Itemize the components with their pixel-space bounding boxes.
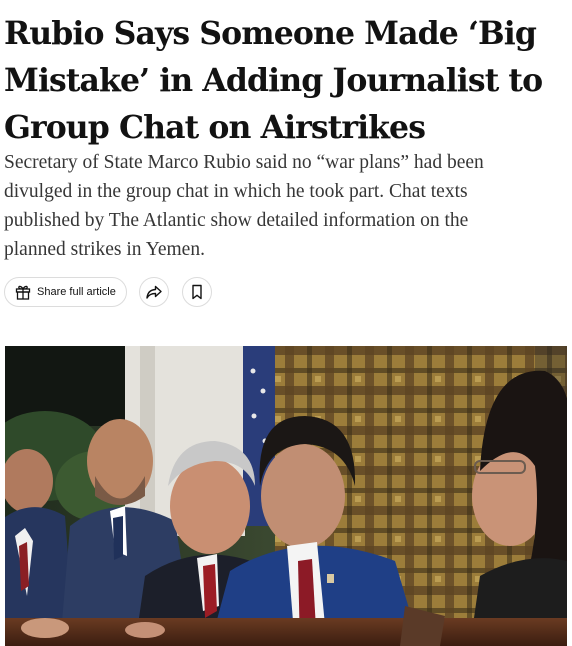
- save-bookmark-button[interactable]: [181, 277, 212, 307]
- summary-line: divulged in the group chat in which he t…: [4, 181, 468, 202]
- share-arrow-icon: [145, 283, 163, 301]
- share-full-article-label: Share full article: [37, 286, 116, 298]
- share-button[interactable]: [138, 277, 169, 307]
- article-actions-toolbar: Share full article: [4, 276, 212, 308]
- headline-line: Group Chat on Airstrikes: [4, 109, 426, 146]
- headline-line: Rubio Says Someone Made ‘Big: [4, 15, 537, 52]
- article-headline: Rubio Says Someone Made ‘Big Mistake’ in…: [4, 10, 564, 151]
- headline-line: Mistake’ in Adding Journalist to: [4, 62, 543, 99]
- summary-line: published by The Atlantic show detailed …: [4, 210, 469, 231]
- summary-line: planned strikes in Yemen.: [4, 239, 205, 260]
- gift-icon: [14, 283, 32, 301]
- summary-line: Secretary of State Marco Rubio said no “…: [4, 152, 484, 173]
- article-lead-photo: [5, 346, 567, 646]
- share-full-article-button[interactable]: Share full article: [4, 277, 127, 307]
- article-summary: Secretary of State Marco Rubio said no “…: [4, 148, 564, 264]
- bookmark-icon: [188, 283, 206, 301]
